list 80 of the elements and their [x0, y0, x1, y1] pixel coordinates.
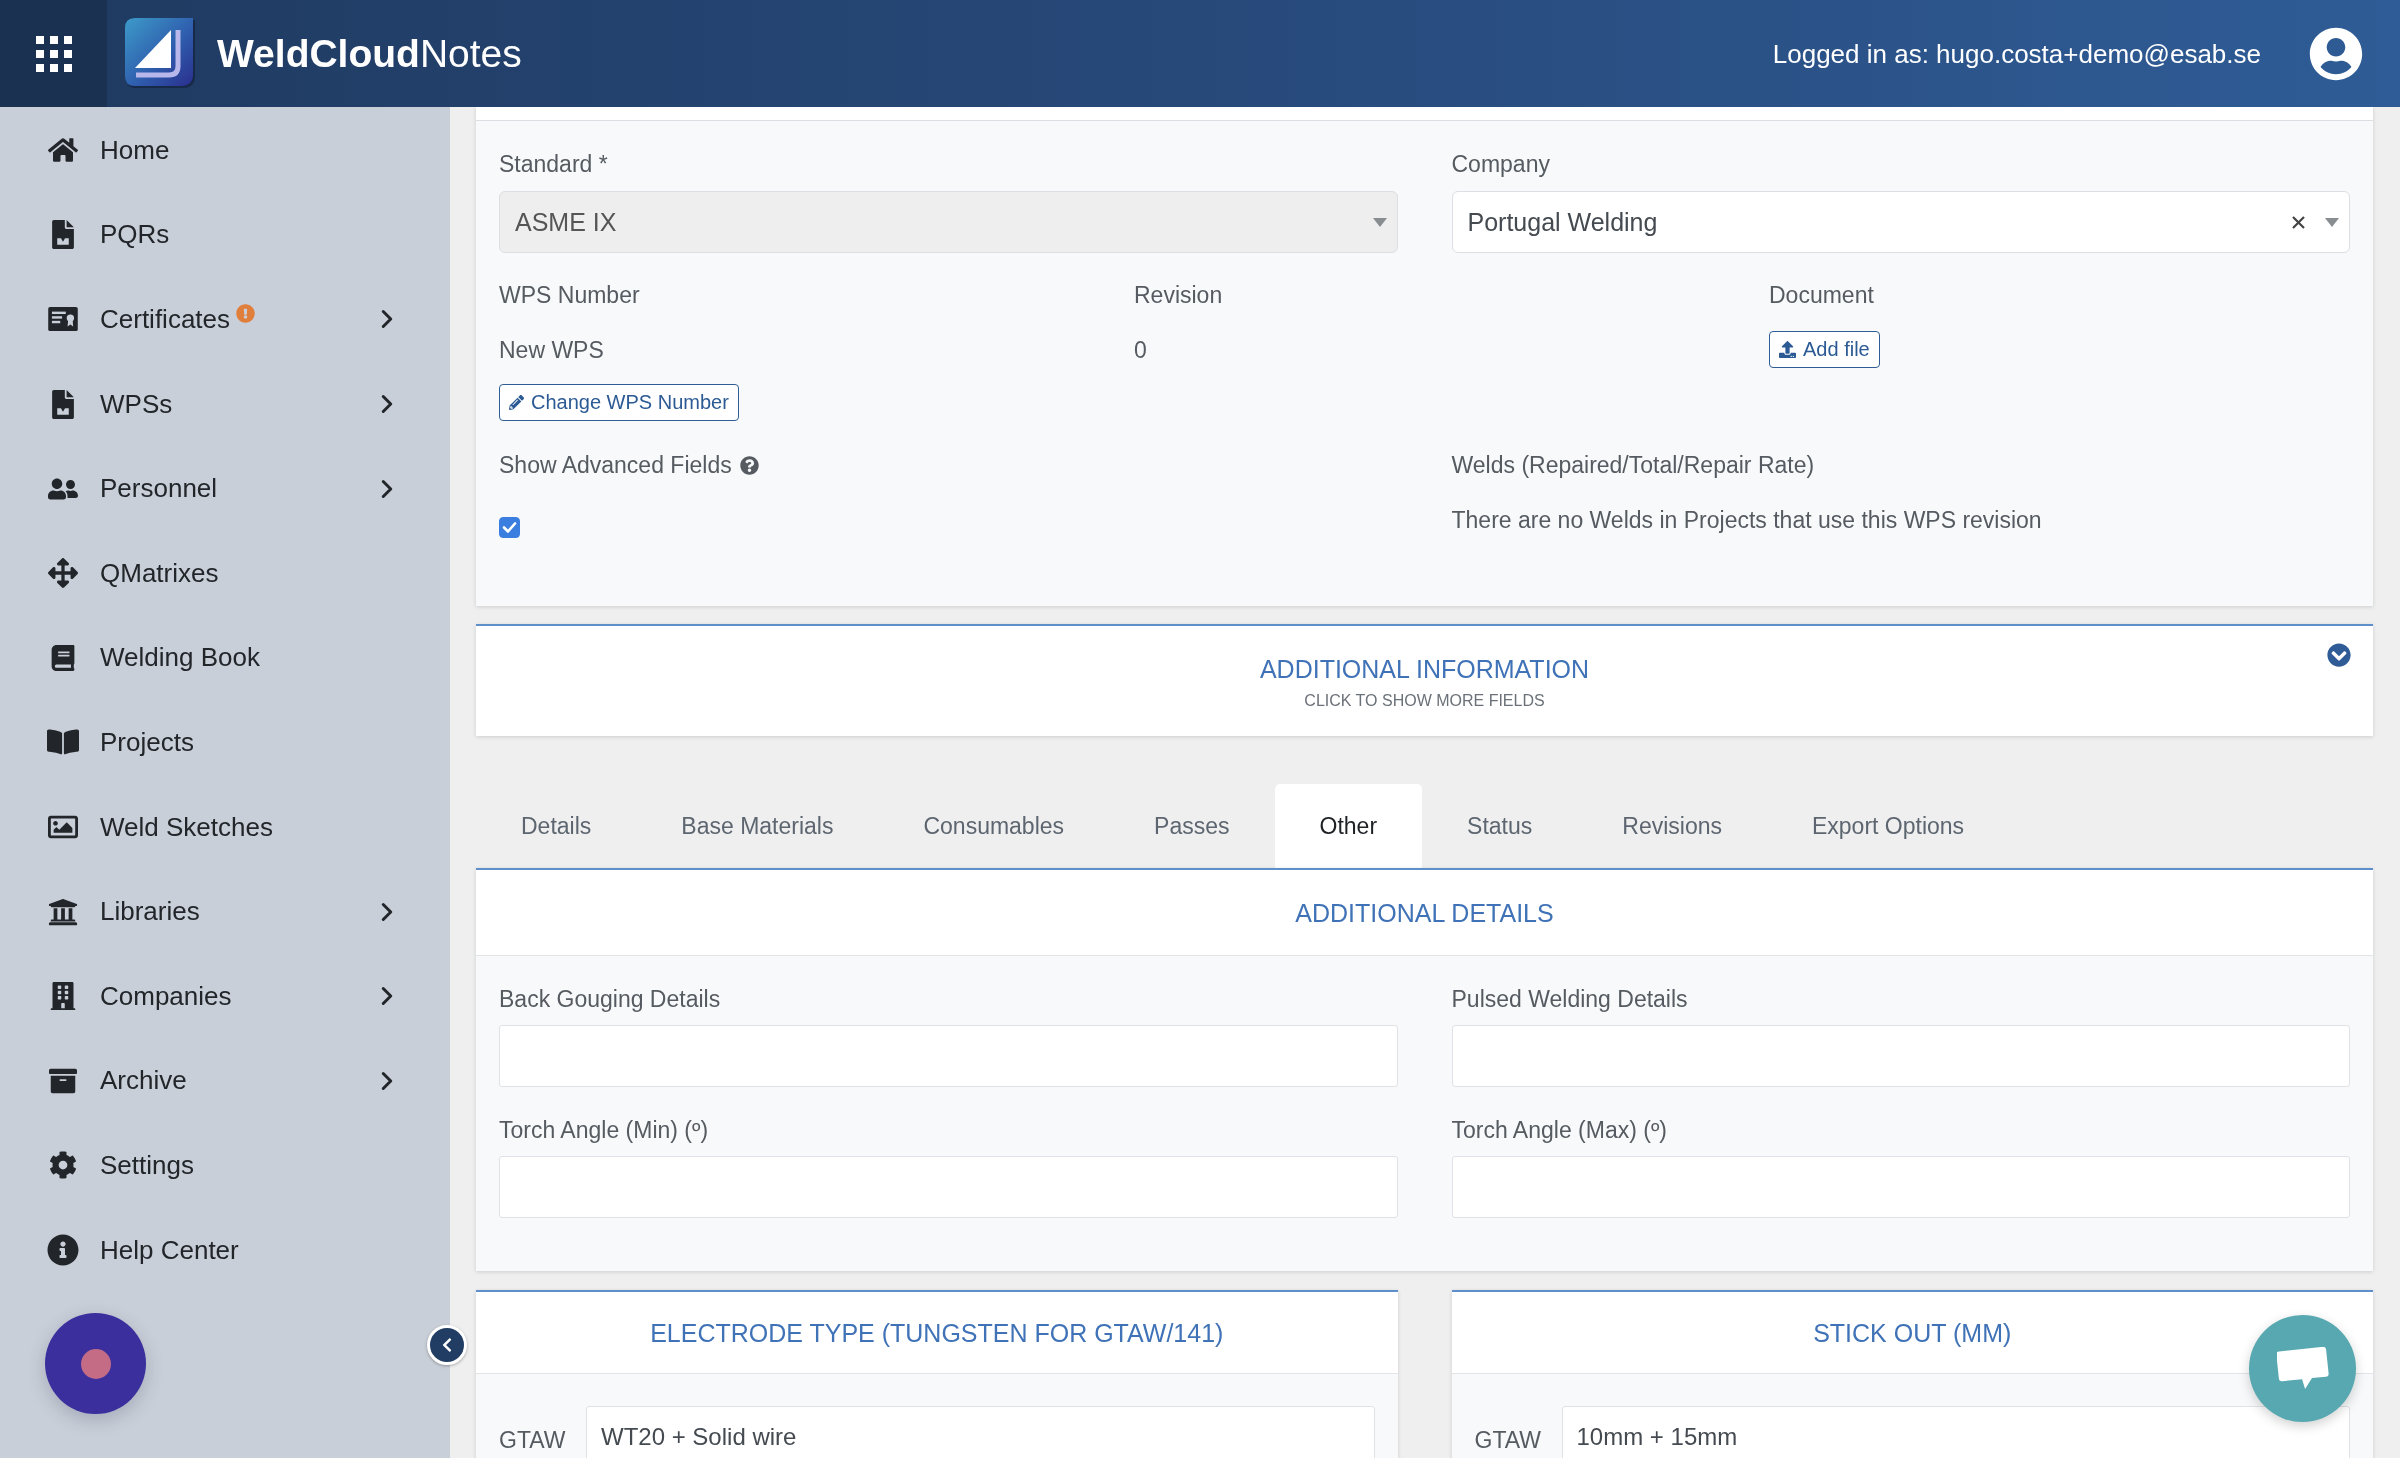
info-icon [47, 1234, 79, 1266]
upload-icon [1779, 341, 1796, 358]
field-label: Document [1769, 281, 1874, 309]
sidebar-item[interactable]: QMatrixes [0, 530, 450, 616]
sidebar-item[interactable]: Projects [0, 700, 450, 785]
dot-icon [80, 1348, 111, 1379]
text-field[interactable] [499, 1156, 1398, 1218]
building-icon [49, 982, 77, 1011]
text-field[interactable] [499, 1025, 1398, 1087]
book-icon [50, 644, 76, 671]
expandable-section[interactable]: ADDITIONAL INFORMATION CLICK TO SHOW MORE FIELDS [476, 624, 2373, 736]
field-label: Show Advanced Fields [499, 451, 732, 479]
chevron-down-icon[interactable] [2327, 643, 2351, 667]
field-label: Welds (Repaired/Total/Repair Rate) [1451, 451, 1815, 479]
section-title: ADDITIONAL INFORMATION [1259, 654, 1590, 684]
caret-down-icon [2325, 217, 2339, 227]
app-title: WeldCloudNotes [217, 30, 522, 77]
tab[interactable]: Export Options [1767, 784, 2010, 868]
text-field[interactable] [1451, 1156, 2350, 1218]
sidebar-item[interactable]: Personnel [0, 446, 450, 531]
field-label: Company [1451, 150, 1550, 178]
field-label: GTAW [1474, 1426, 1541, 1454]
field-value: 0 [1134, 336, 1147, 364]
section-title: ADDITIONAL DETAILS [1295, 897, 1554, 928]
sidebar-item[interactable]: Settings [0, 1123, 450, 1208]
help-icon [739, 455, 759, 475]
field-label: Torch Angle (Min) (º) [499, 1116, 709, 1144]
text-field[interactable]: WT20 + Solid wire [586, 1406, 1375, 1458]
field-value: New WPS [499, 336, 604, 364]
document-icon [52, 389, 74, 419]
text-field[interactable] [1451, 1025, 2350, 1087]
section-title: ELECTRODE TYPE (TUNGSTEN FOR GTAW/141) [650, 1317, 1224, 1348]
checkbox[interactable] [499, 517, 520, 538]
field-label: Back Gouging Details [499, 985, 721, 1013]
tab[interactable]: Revisions [1577, 784, 1767, 868]
sidebar-item[interactable]: WPSs [0, 361, 450, 447]
logged-in-user: Logged in as: hugo.costa+demo@esab.se [1772, 37, 2261, 70]
change-wps-number-button[interactable]: Change WPS Number [499, 384, 739, 421]
field-label: Torch Angle (Max) (º) [1451, 1116, 1667, 1144]
tab[interactable]: Passes [1109, 784, 1275, 868]
tab[interactable]: Consumables [878, 784, 1110, 868]
field-label: Pulsed Welding Details [1451, 985, 1688, 1013]
field-value: There are no Welds in Projects that use this WPS revision [1451, 506, 2042, 534]
speech-bubble-icon [2276, 1346, 2329, 1391]
field-label: Standard * [499, 150, 608, 178]
certificate-icon [48, 307, 78, 332]
columns-building-icon [48, 896, 78, 927]
logo-icon [125, 17, 197, 90]
clear-icon[interactable] [2292, 215, 2305, 229]
text-field[interactable]: 10mm + 15mm [1561, 1406, 2350, 1458]
sidebar-item[interactable]: Archive [0, 1038, 450, 1124]
add-file-button[interactable]: Add file [1769, 331, 1880, 368]
section-subtitle: CLICK TO SHOW MORE FIELDS [1304, 691, 1545, 711]
tab[interactable]: Base Materials [636, 784, 879, 868]
sidebar-item[interactable]: Welding Book [0, 615, 450, 701]
grid-icon [35, 35, 72, 72]
tab[interactable]: Other [1274, 784, 1423, 868]
tab[interactable]: Details [476, 784, 637, 868]
sidebar-item[interactable]: Companies [0, 953, 450, 1039]
move-arrows-icon [48, 558, 78, 589]
user-avatar-icon[interactable] [2309, 26, 2363, 81]
pencil-icon [509, 395, 524, 410]
sidebar-item[interactable]: Home [0, 108, 450, 193]
collapse-sidebar-button[interactable] [427, 1325, 467, 1365]
field-label: WPS Number [499, 281, 640, 309]
caret-down-icon [1372, 217, 1387, 227]
sidebar-item[interactable]: Certificates [0, 277, 450, 362]
sidebar-item[interactable]: PQRs [0, 192, 450, 278]
sidebar-item[interactable]: Help Center [0, 1207, 450, 1293]
settings-icon [49, 1151, 77, 1180]
sidebar-item[interactable]: Libraries [0, 869, 450, 954]
company-select[interactable]: Portugal Welding [1451, 191, 2350, 253]
field-label: Revision [1134, 281, 1223, 309]
document-icon [52, 220, 74, 250]
apps-menu-button[interactable] [0, 0, 107, 107]
archive-box-icon [49, 1066, 77, 1095]
section-title: STICK OUT (MM) [1813, 1317, 2012, 1348]
tab[interactable]: Status [1422, 784, 1578, 868]
sidebar-item[interactable]: Weld Sketches [0, 784, 450, 870]
field-label: GTAW [499, 1426, 566, 1454]
